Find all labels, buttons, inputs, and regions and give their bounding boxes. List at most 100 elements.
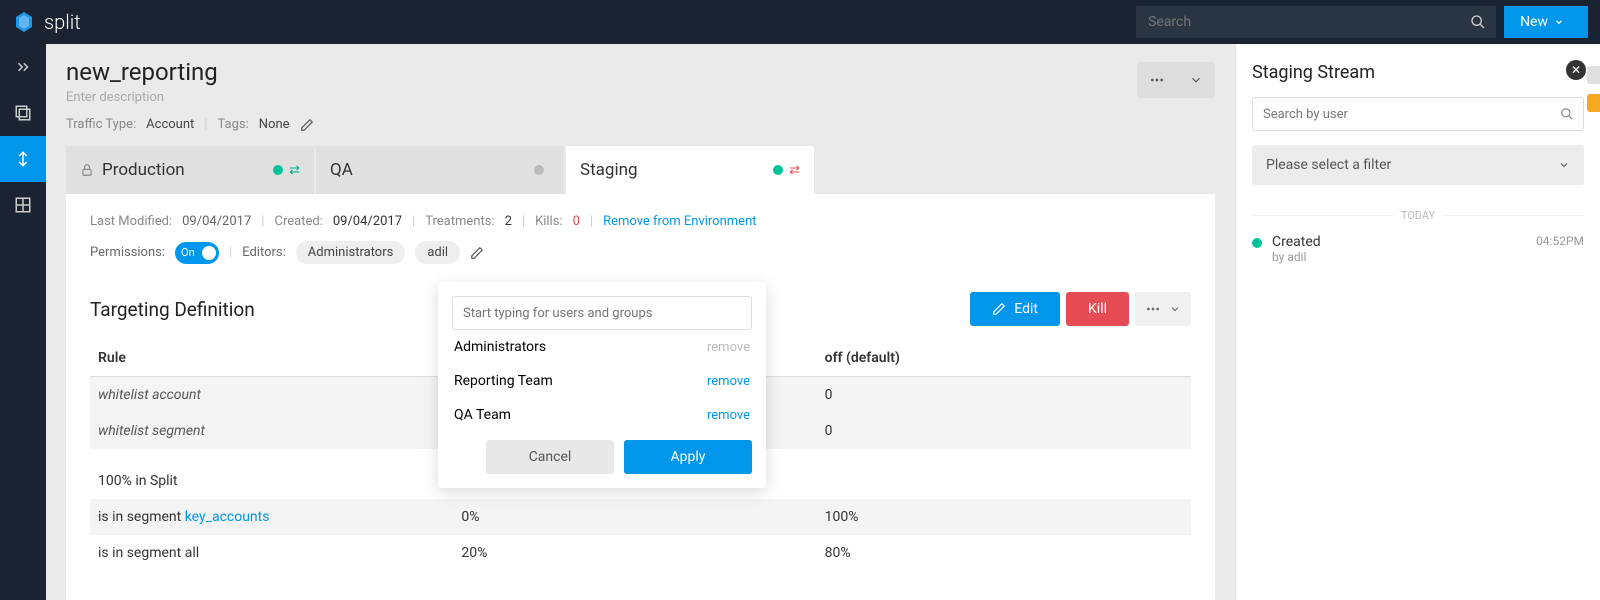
status-dot [534,165,544,175]
env-tab-production[interactable]: Production ⇄ [66,146,314,194]
created-label: Created: [274,214,322,229]
stream-event: Created by adil 04:52PM [1252,234,1584,264]
global-search-wrap [1136,6,1496,38]
popover-row: Administrators remove [452,330,752,364]
treatments-label: Treatments: [425,214,494,229]
sync-icon: ⇄ [289,163,300,178]
event-title: Created [1272,234,1526,250]
env-tab-staging[interactable]: Staging ⇄ [566,146,814,194]
rail-toggle[interactable] [0,44,46,90]
popover-row: QA Team remove [452,398,752,432]
cancel-button[interactable]: Cancel [486,440,614,474]
edit-button-label: Edit [1014,301,1038,317]
edit-tags-icon[interactable] [300,118,314,132]
feature-title: new_reporting [66,58,218,86]
rail-splits-icon[interactable] [0,136,46,182]
popover-search-input[interactable] [452,296,752,330]
rail-grid-icon[interactable] [0,182,46,228]
tags-value: None [259,117,290,132]
status-dot [773,165,783,175]
chevron-down-icon[interactable] [1177,73,1215,87]
chevron-down-icon [1554,17,1564,27]
off-cell: 0 [817,377,1191,414]
cancel-button-label: Cancel [529,449,572,465]
topbar: split New [0,0,1600,44]
env-tab-label: QA [330,160,353,180]
edit-editors-icon[interactable] [470,246,484,260]
rule-cell: is in segment key_accounts [90,499,453,535]
segment-link[interactable]: key_accounts [185,509,270,525]
kills-value: 0 [573,214,580,229]
remove-link[interactable]: remove [707,340,750,355]
main: new_reporting Enter description Traffic … [46,44,1600,600]
on-cell: 20% [453,535,816,571]
event-by: by adil [1272,250,1526,264]
stream-user-search[interactable] [1252,97,1584,131]
stream-panel: Staging Stream ✕ Please select a filter … [1235,44,1600,600]
stream-title: Staging Stream [1252,62,1584,83]
close-icon[interactable]: ✕ [1566,60,1586,80]
apply-button-label: Apply [671,449,706,465]
rule-cell: is in segment all [90,535,453,571]
kill-button[interactable]: Kill [1066,292,1129,326]
sync-icon: ⇄ [789,163,800,178]
editor-chip: adil [415,241,460,264]
new-button-label: New [1520,14,1548,30]
permissions-label: Permissions: [90,245,165,260]
table-row: is in segment all 20% 80% [90,535,1191,571]
targeting-heading: Targeting Definition [90,298,255,321]
stream-filter-select[interactable]: Please select a filter [1252,145,1584,185]
editor-chip: Administrators [296,241,406,264]
filter-label: Please select a filter [1266,157,1391,173]
traffic-type-label: Traffic Type: [66,117,136,132]
created-value: 09/04/2017 [333,214,402,229]
toggle-label: On [181,246,195,259]
last-modified-label: Last Modified: [90,214,172,229]
permissions-row: Permissions: On | Editors: Administrator… [90,241,1191,264]
remove-from-env-link[interactable]: Remove from Environment [603,214,756,229]
env-tab-qa[interactable]: QA [316,146,564,194]
env-tab-label: Production [102,160,185,180]
treatments-value: 2 [505,214,512,229]
popover-row-name: Reporting Team [454,373,553,389]
popover-row-name: QA Team [454,407,511,423]
chevron-down-icon [1558,159,1570,171]
feature-meta-row: Traffic Type: Account | Tags: None [66,117,1215,132]
status-dot [273,165,283,175]
col-rule: Rule [90,340,453,377]
side-tab[interactable] [1587,66,1600,84]
on-cell: 0% [453,499,816,535]
search-icon [1560,107,1574,121]
targeting-more[interactable] [1135,292,1191,326]
event-dot [1252,238,1262,248]
new-button[interactable]: New [1504,6,1588,38]
apply-button[interactable]: Apply [624,440,752,474]
editors-label: Editors: [242,245,286,260]
last-modified-value: 09/04/2017 [182,214,251,229]
edit-button[interactable]: Edit [970,292,1060,326]
remove-link[interactable]: remove [707,374,750,389]
env-tabs: Production ⇄ QA Staging ⇄ [66,146,1215,194]
feature-description-placeholder[interactable]: Enter description [66,90,218,105]
brand-logo[interactable]: split [12,10,81,34]
popover-row-name: Administrators [454,339,546,355]
kill-button-label: Kill [1088,301,1107,317]
global-search-input[interactable] [1136,6,1496,38]
tags-label: Tags: [217,117,248,132]
left-rail [0,44,46,600]
kills-label: Kills: [535,214,563,229]
more-icon[interactable] [1137,72,1177,88]
off-cell: 100% [817,499,1191,535]
table-row: is in segment key_accounts 0% 100% [90,499,1191,535]
rule-cell: whitelist segment [90,413,453,449]
side-tabs [1587,44,1600,600]
off-cell: 0 [817,413,1191,449]
side-tab[interactable] [1587,94,1600,112]
col-off: off (default) [817,340,1191,377]
traffic-type-value: Account [146,117,194,132]
rail-stack-icon[interactable] [0,90,46,136]
permissions-toggle[interactable]: On [175,242,219,264]
remove-link[interactable]: remove [707,408,750,423]
rule-cell: whitelist account [90,377,453,414]
event-time: 04:52PM [1536,234,1584,264]
